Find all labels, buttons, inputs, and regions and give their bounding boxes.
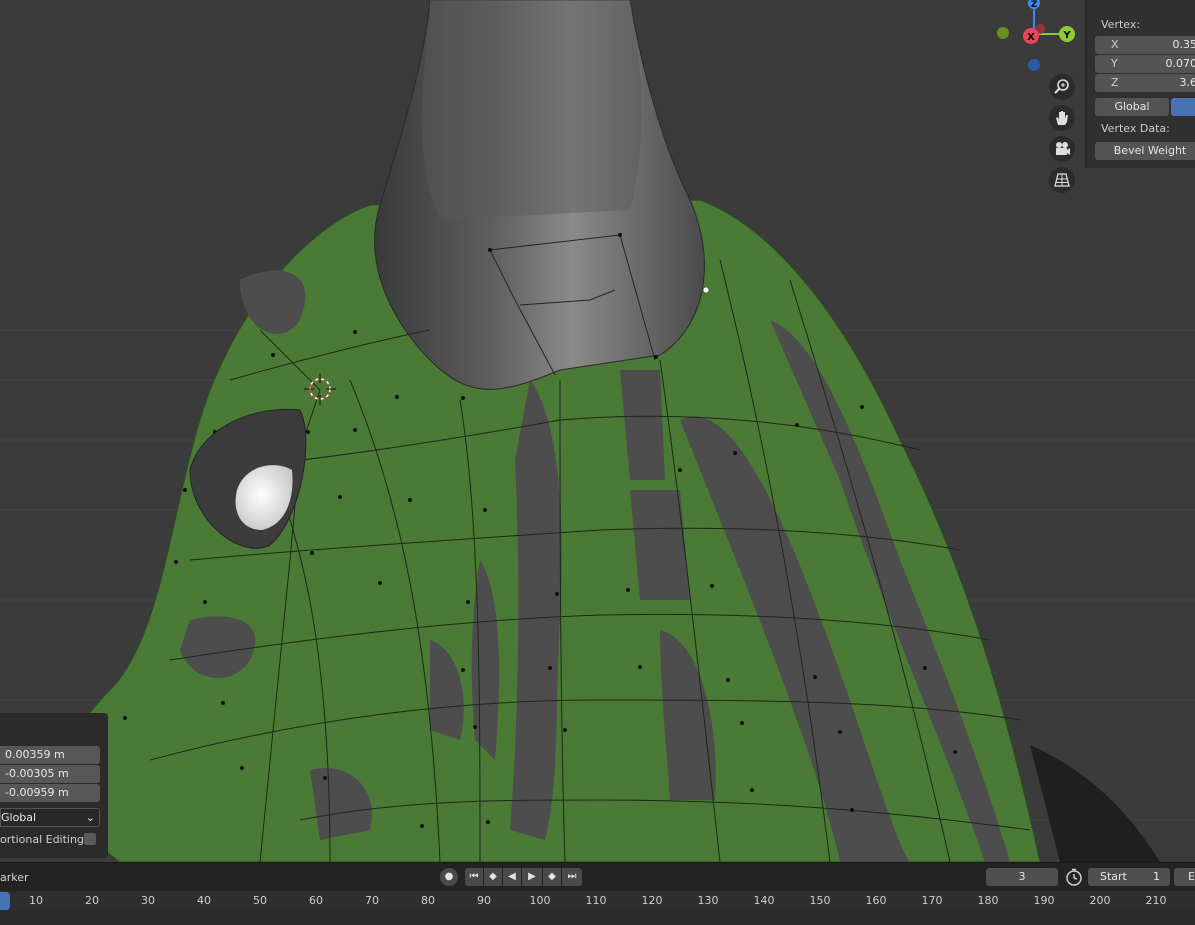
gizmo-y-label: Y: [1062, 30, 1071, 41]
zoom-icon[interactable]: [1049, 74, 1075, 100]
current-frame-field[interactable]: 3: [986, 868, 1058, 886]
timeline-ruler[interactable]: 10 20 30 40 50 60 70 80 90 100 110 120 130 140 150 160 1…: [0, 891, 1195, 911]
ruler-tick: 50: [253, 894, 267, 907]
ruler-tick: 210: [1145, 894, 1167, 907]
end-frame-field[interactable]: E: [1174, 868, 1195, 886]
ruler-tick: 110: [585, 894, 607, 907]
ruler-tick: 170: [921, 894, 943, 907]
start-frame-field[interactable]: Start 1: [1088, 868, 1170, 886]
sidebar-item-panel: Vertex: X 0.35 Y 0.070 Z 3.6 Global Vert…: [1085, 0, 1195, 168]
ruler-tick: 60: [309, 894, 323, 907]
vertex-y-field[interactable]: Y 0.070: [1095, 55, 1195, 73]
local-button[interactable]: [1171, 98, 1195, 116]
move-x-field[interactable]: 0.00359 m: [0, 746, 100, 764]
play-reverse-icon[interactable]: ◀: [503, 868, 521, 886]
ruler-tick: 160: [865, 894, 887, 907]
jump-end-icon[interactable]: ⏭: [562, 868, 582, 886]
proportional-editing-checkbox[interactable]: [84, 833, 96, 845]
ruler-tick: 30: [141, 894, 155, 907]
next-keyframe-icon[interactable]: ◆: [543, 868, 561, 886]
ruler-tick: 180: [977, 894, 999, 907]
ruler-tick: 140: [753, 894, 775, 907]
ruler-tick: 120: [641, 894, 663, 907]
vertex-data-label: Vertex Data:: [1101, 122, 1170, 135]
move-z-field[interactable]: -0.00959 m: [0, 784, 100, 802]
ruler-tick: 90: [477, 894, 491, 907]
play-icon[interactable]: ▶: [522, 868, 542, 886]
vertex-x-field[interactable]: X 0.35: [1095, 36, 1195, 54]
record-button[interactable]: ●: [440, 868, 458, 886]
marker-menu[interactable]: arker: [0, 871, 29, 884]
move-y-field[interactable]: -0.00305 m: [0, 765, 100, 783]
gizmo-x-label: X: [1027, 32, 1035, 43]
clock-icon[interactable]: [1064, 867, 1086, 887]
ruler-tick: 10: [29, 894, 43, 907]
ruler-tick: 190: [1033, 894, 1055, 907]
ruler-tick: 200: [1089, 894, 1111, 907]
selected-vertex: [703, 287, 709, 293]
ruler-tick: 70: [365, 894, 379, 907]
ruler-tick: 130: [697, 894, 719, 907]
ruler-tick: 40: [197, 894, 211, 907]
hand-pan-icon[interactable]: [1049, 105, 1075, 131]
global-button[interactable]: Global: [1095, 98, 1169, 116]
gizmo-z-label: Z: [1031, 0, 1038, 10]
prev-keyframe-icon[interactable]: ◆: [484, 868, 502, 886]
timeline-body[interactable]: [0, 911, 1195, 925]
ruler-tick: 150: [809, 894, 831, 907]
fin-shape: [1030, 745, 1160, 862]
bevel-weight-field[interactable]: Bevel Weight: [1095, 142, 1195, 160]
redo-panel: 0.00359 m -0.00305 m -0.00959 m Global ⌄…: [0, 713, 108, 858]
chevron-down-icon: ⌄: [85, 811, 95, 824]
camera-icon[interactable]: [1049, 136, 1075, 162]
jump-start-icon[interactable]: ⏮: [465, 868, 483, 886]
ruler-tick: 20: [85, 894, 99, 907]
current-frame-indicator[interactable]: [0, 892, 10, 910]
grid-perspective-icon[interactable]: [1049, 167, 1075, 193]
ruler-tick: 80: [421, 894, 435, 907]
3d-viewport[interactable]: Z X Y: [0, 0, 1195, 862]
viewport-scene: Z X Y: [0, 0, 1195, 862]
orientation-select[interactable]: Global ⌄: [0, 808, 100, 827]
ruler-tick: 100: [529, 894, 551, 907]
vertex-label: Vertex:: [1101, 18, 1141, 31]
vertex-z-field[interactable]: Z 3.6: [1095, 74, 1195, 92]
proportional-editing-label: ortional Editing: [0, 833, 84, 846]
